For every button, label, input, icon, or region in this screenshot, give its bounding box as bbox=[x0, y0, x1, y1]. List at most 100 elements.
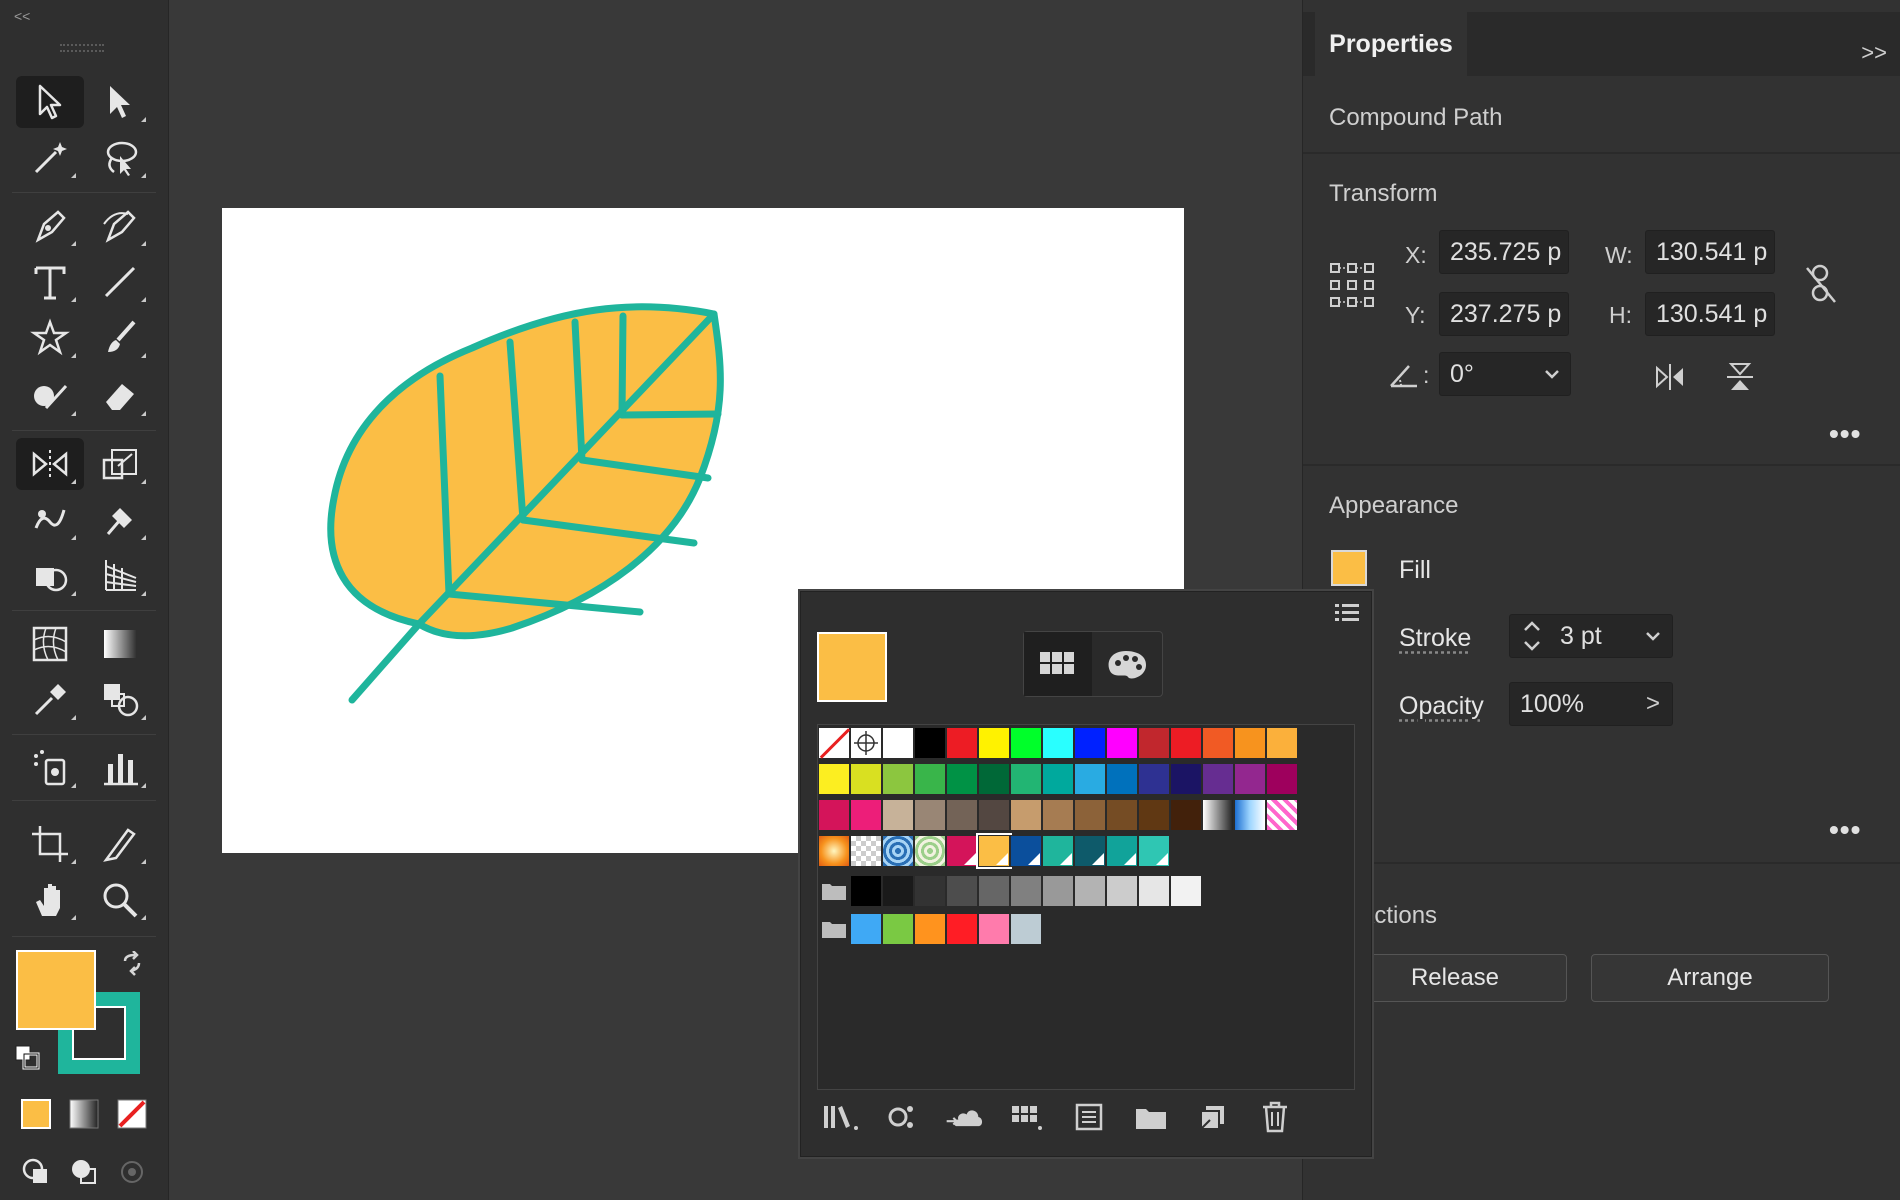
draw-normal-icon[interactable] bbox=[18, 1154, 54, 1190]
swatch[interactable] bbox=[850, 799, 882, 831]
opacity-label[interactable]: Opacity bbox=[1399, 692, 1484, 721]
warp-tool-icon[interactable] bbox=[16, 494, 84, 546]
swatches-view-button[interactable] bbox=[1024, 632, 1092, 696]
arrange-button[interactable]: Arrange bbox=[1591, 954, 1829, 1002]
swatch[interactable] bbox=[1138, 763, 1170, 795]
swatch[interactable] bbox=[850, 763, 882, 795]
column-graph-tool-icon[interactable] bbox=[86, 742, 154, 794]
swatch[interactable] bbox=[1074, 835, 1106, 867]
stroke-label[interactable]: Stroke bbox=[1399, 624, 1471, 653]
selection-tool-icon[interactable] bbox=[16, 76, 84, 128]
paintbrush-tool-icon[interactable] bbox=[86, 312, 154, 364]
swatch-gradient-orange[interactable] bbox=[818, 835, 850, 867]
expand-panel-button[interactable]: >> bbox=[1861, 40, 1887, 66]
swatch[interactable] bbox=[1074, 875, 1106, 907]
swatch[interactable] bbox=[1138, 835, 1170, 867]
collapse-toolbar-button[interactable]: << bbox=[14, 8, 30, 24]
constrain-proportions-icon[interactable] bbox=[1803, 262, 1839, 306]
swatch[interactable] bbox=[1010, 913, 1042, 945]
swatch[interactable] bbox=[1138, 727, 1170, 759]
flip-vertical-icon[interactable] bbox=[1723, 360, 1757, 394]
width-field[interactable]: 130.541 p bbox=[1645, 230, 1775, 274]
swatch[interactable] bbox=[850, 875, 882, 907]
swatch[interactable] bbox=[914, 913, 946, 945]
swatch[interactable] bbox=[914, 763, 946, 795]
swatch[interactable] bbox=[1106, 799, 1138, 831]
swatch[interactable] bbox=[978, 875, 1010, 907]
fill-swatch[interactable] bbox=[1331, 550, 1367, 586]
swatch[interactable] bbox=[1010, 727, 1042, 759]
swatch[interactable] bbox=[1202, 763, 1234, 795]
swatch[interactable] bbox=[1074, 799, 1106, 831]
line-segment-tool-icon[interactable] bbox=[86, 256, 154, 308]
symbol-sprayer-tool-icon[interactable] bbox=[16, 742, 84, 794]
swatch[interactable] bbox=[1138, 799, 1170, 831]
gradient-mode-button[interactable] bbox=[66, 1096, 102, 1132]
direct-selection-tool-icon[interactable] bbox=[86, 76, 154, 128]
tab-properties[interactable]: Properties bbox=[1315, 12, 1467, 76]
swatch[interactable] bbox=[914, 799, 946, 831]
toolbar-grip[interactable] bbox=[60, 44, 104, 52]
swatch[interactable] bbox=[882, 727, 914, 759]
swatch[interactable] bbox=[818, 799, 850, 831]
swatch[interactable] bbox=[1074, 727, 1106, 759]
swatch[interactable] bbox=[1042, 835, 1074, 867]
height-field[interactable]: 130.541 p bbox=[1645, 292, 1775, 336]
swatch[interactable] bbox=[1106, 835, 1138, 867]
swatch-options-grid-icon[interactable] bbox=[1007, 1099, 1047, 1135]
swatch[interactable] bbox=[1010, 835, 1042, 867]
swatch[interactable] bbox=[1234, 763, 1266, 795]
swatch[interactable] bbox=[978, 763, 1010, 795]
swatch[interactable] bbox=[946, 799, 978, 831]
swatch[interactable] bbox=[946, 835, 978, 867]
draw-inside-icon[interactable] bbox=[114, 1154, 150, 1190]
swatch-gradient-bw[interactable] bbox=[1202, 799, 1234, 831]
new-swatch-icon[interactable] bbox=[1193, 1099, 1233, 1135]
swatch[interactable] bbox=[1010, 763, 1042, 795]
hand-tool-icon[interactable] bbox=[16, 874, 84, 926]
shape-builder-tool-icon[interactable] bbox=[16, 550, 84, 602]
swatches-menu-icon[interactable] bbox=[1333, 600, 1361, 624]
swatch[interactable] bbox=[1106, 763, 1138, 795]
shaper-tool-icon[interactable] bbox=[16, 370, 84, 422]
swatch[interactable] bbox=[1234, 727, 1266, 759]
swatch[interactable] bbox=[1042, 727, 1074, 759]
swatch[interactable] bbox=[914, 875, 946, 907]
swatch[interactable] bbox=[882, 799, 914, 831]
stroke-dropdown-chevron-down-icon[interactable] bbox=[1633, 614, 1673, 658]
delete-swatch-icon[interactable] bbox=[1255, 1099, 1295, 1135]
perspective-grid-tool-icon[interactable] bbox=[86, 550, 154, 602]
artboard-tool-icon[interactable] bbox=[16, 818, 84, 870]
puppet-warp-tool-icon[interactable] bbox=[86, 494, 154, 546]
type-tool-icon[interactable] bbox=[16, 256, 84, 308]
magic-wand-tool-icon[interactable] bbox=[16, 132, 84, 184]
swatch[interactable] bbox=[946, 763, 978, 795]
slice-tool-icon[interactable] bbox=[86, 818, 154, 870]
swatch[interactable] bbox=[1010, 875, 1042, 907]
swatch[interactable] bbox=[1202, 727, 1234, 759]
swatch[interactable] bbox=[1170, 875, 1202, 907]
swatch[interactable] bbox=[882, 913, 914, 945]
swatch[interactable] bbox=[976, 833, 1012, 869]
swatch-pattern-pink[interactable] bbox=[1266, 799, 1298, 831]
pen-tool-icon[interactable] bbox=[16, 200, 84, 252]
swatch[interactable] bbox=[1266, 727, 1298, 759]
swatch-gradient-blue[interactable] bbox=[1234, 799, 1266, 831]
reflect-tool-icon[interactable] bbox=[16, 438, 84, 490]
show-swatch-kinds-icon[interactable] bbox=[883, 1099, 923, 1135]
swap-fill-stroke-icon[interactable] bbox=[114, 946, 150, 982]
swatch[interactable] bbox=[1138, 875, 1170, 907]
y-position-field[interactable]: 237.275 p bbox=[1439, 292, 1569, 336]
swatch[interactable] bbox=[1266, 763, 1298, 795]
more-appearance-options-button[interactable]: ••• bbox=[1829, 814, 1861, 846]
swatch[interactable] bbox=[978, 727, 1010, 759]
swatch-none[interactable] bbox=[818, 727, 850, 759]
reference-point-icon[interactable] bbox=[1329, 262, 1375, 308]
swatch[interactable] bbox=[882, 763, 914, 795]
swatch[interactable] bbox=[1042, 799, 1074, 831]
star-tool-icon[interactable] bbox=[16, 312, 84, 364]
swatch-libraries-icon[interactable] bbox=[821, 1099, 861, 1135]
chevron-down-icon[interactable] bbox=[1533, 352, 1571, 396]
default-fill-stroke-icon[interactable] bbox=[10, 1040, 46, 1076]
swatch[interactable] bbox=[1042, 763, 1074, 795]
